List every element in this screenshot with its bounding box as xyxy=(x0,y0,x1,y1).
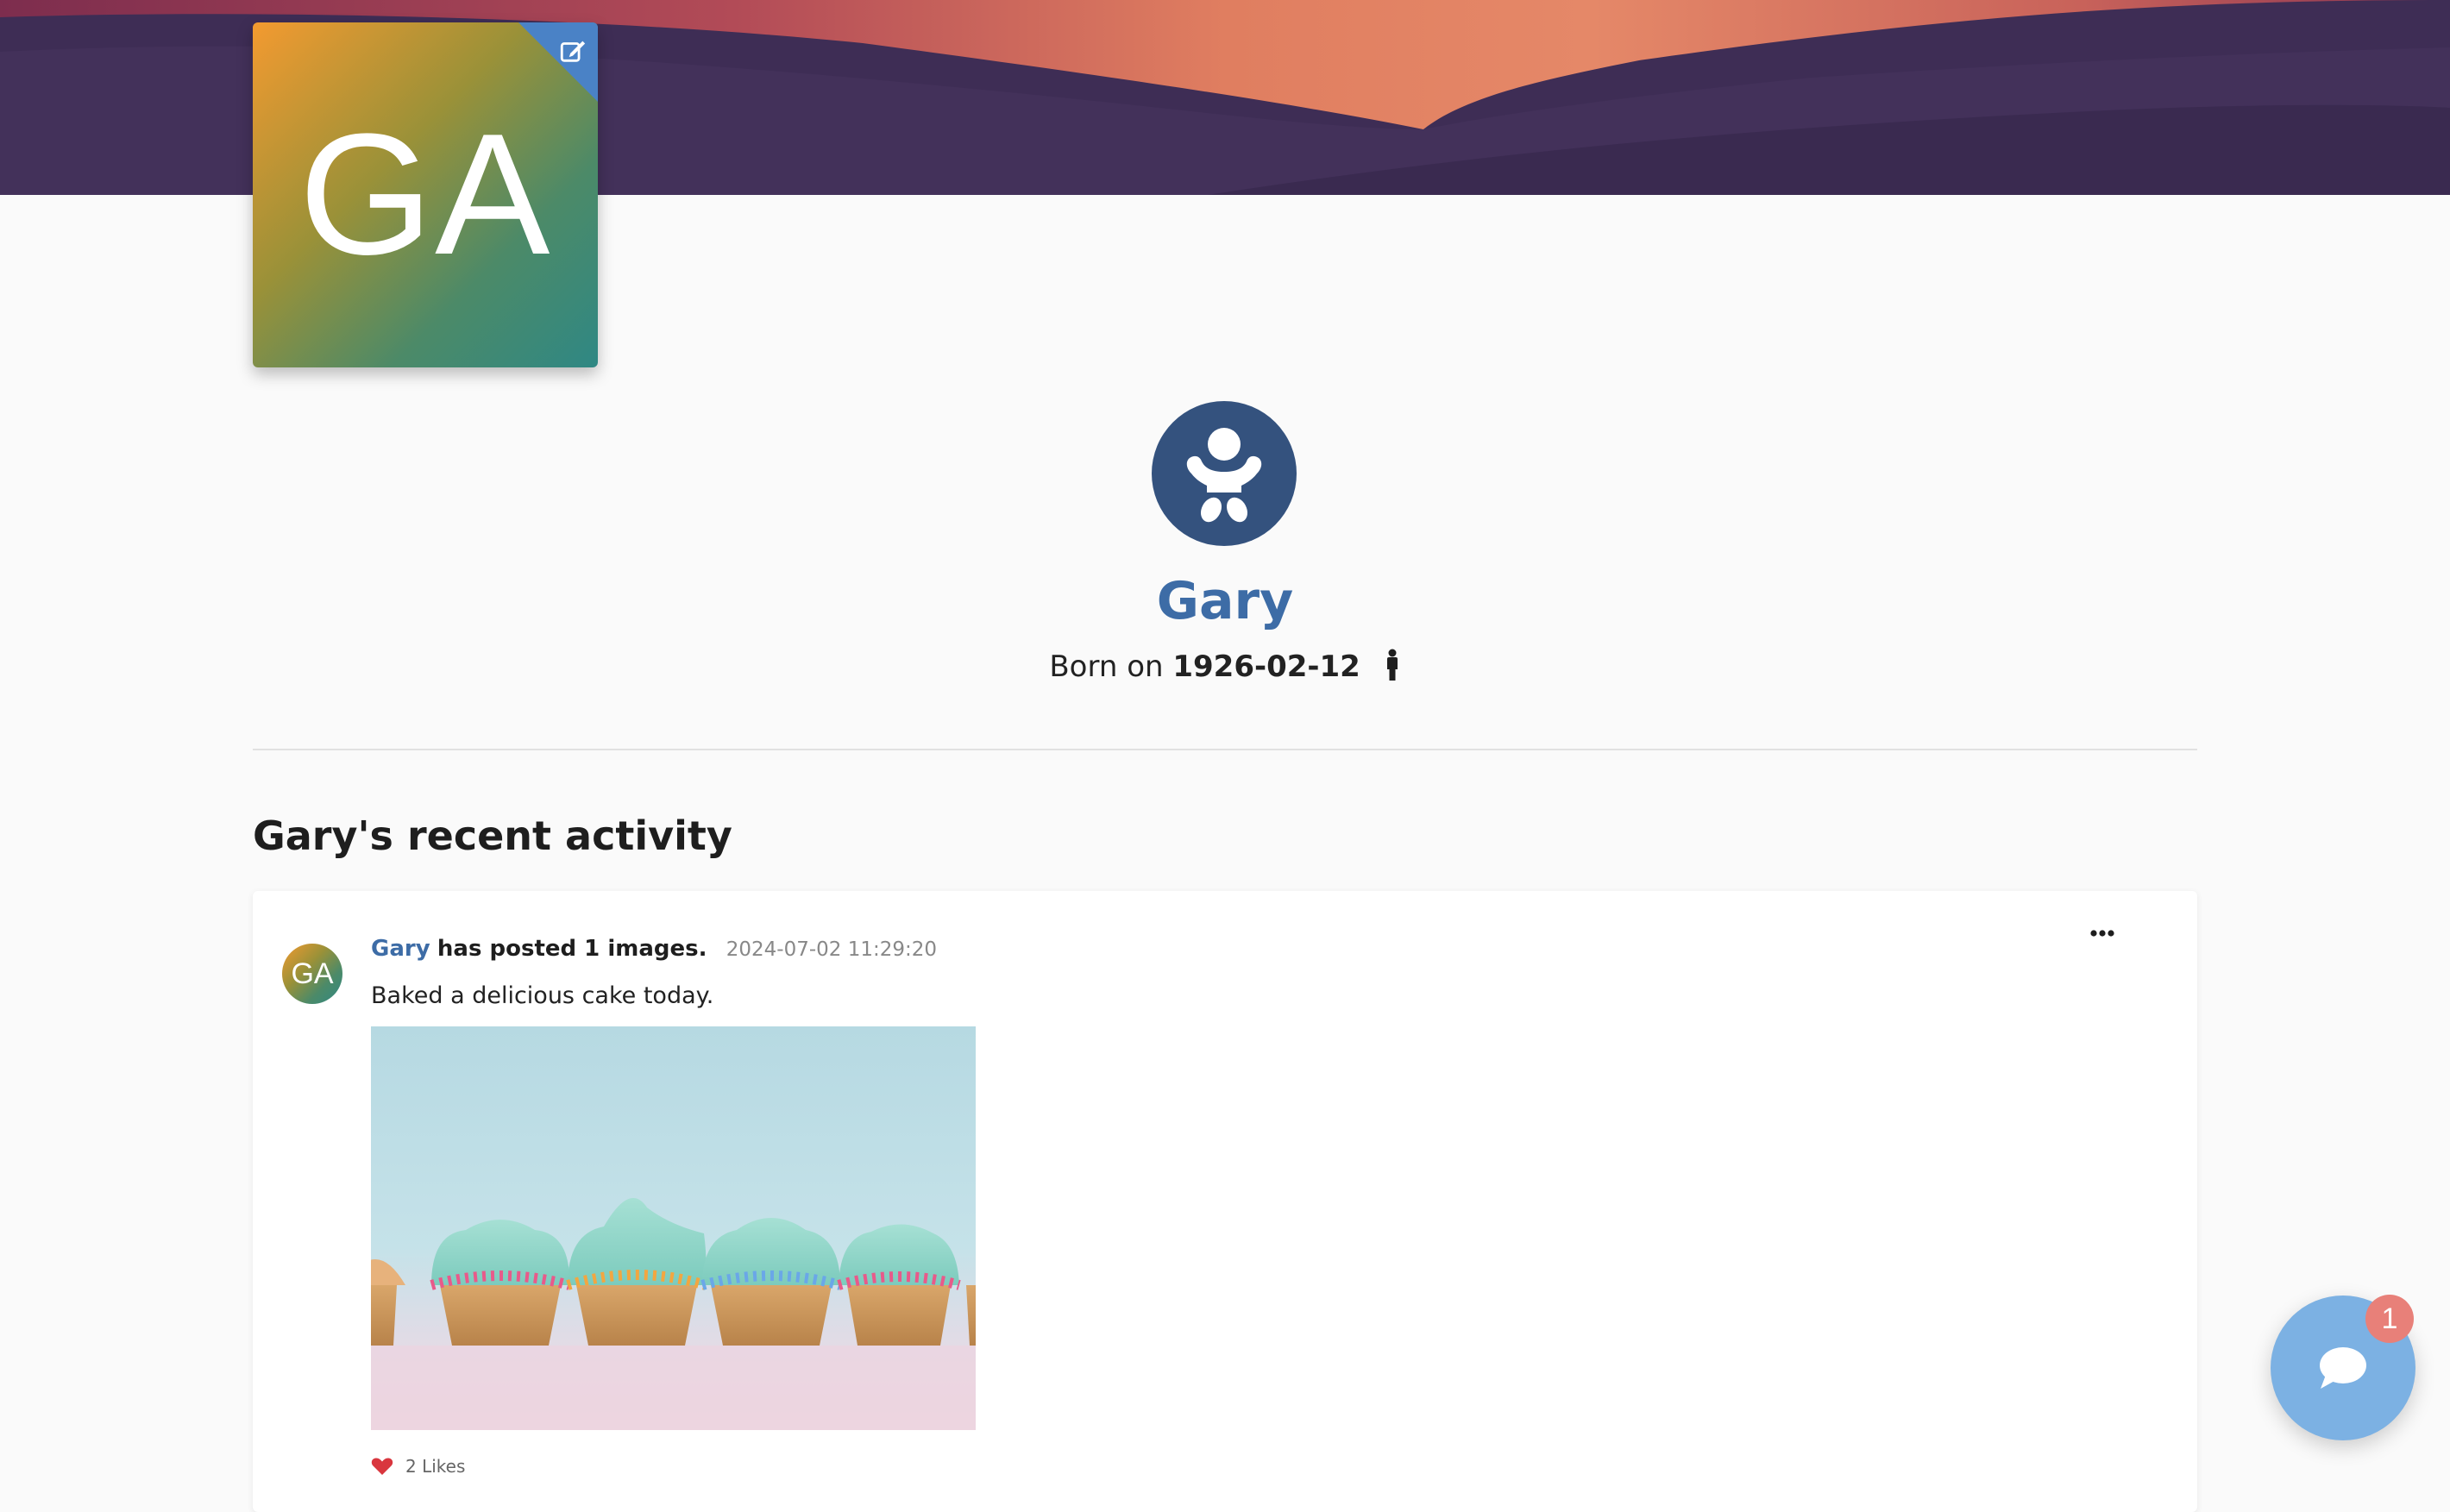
person-name: Gary xyxy=(1156,571,1294,631)
post-author-link[interactable]: Gary xyxy=(371,936,430,962)
likes-info[interactable]: 2 Likes xyxy=(371,1456,465,1477)
born-prefix: Born on xyxy=(1049,649,1164,684)
heart-icon[interactable] xyxy=(371,1457,393,1476)
birth-date: 1926-02-12 xyxy=(1172,649,1360,684)
post-text: Baked a delicious cake today. xyxy=(371,982,714,1009)
baby-icon xyxy=(1152,401,1297,546)
post-header: Gary has posted 1 images. 2024-07-02 11:… xyxy=(371,936,937,962)
cupcakes-photo[interactable] xyxy=(371,1026,976,1430)
activity-post-card: GA Gary has posted 1 images. 2024-07-02 … xyxy=(253,891,2197,1512)
chat-notification-badge: 1 xyxy=(2365,1295,2414,1343)
profile-picture[interactable]: GA xyxy=(253,22,598,367)
more-options-icon[interactable] xyxy=(2089,927,2115,939)
author-avatar[interactable]: GA xyxy=(282,944,342,1004)
post-action: has posted 1 images. xyxy=(437,936,707,962)
birth-info: Born on 1926-02-12 xyxy=(0,649,2450,684)
edit-icon[interactable] xyxy=(558,36,587,66)
section-divider xyxy=(253,749,2197,750)
recent-activity-title: Gary's recent activity xyxy=(253,812,732,859)
post-timestamp: 2024-07-02 11:29:20 xyxy=(726,938,938,961)
male-icon xyxy=(1386,649,1398,681)
likes-count: 2 Likes xyxy=(405,1456,466,1477)
